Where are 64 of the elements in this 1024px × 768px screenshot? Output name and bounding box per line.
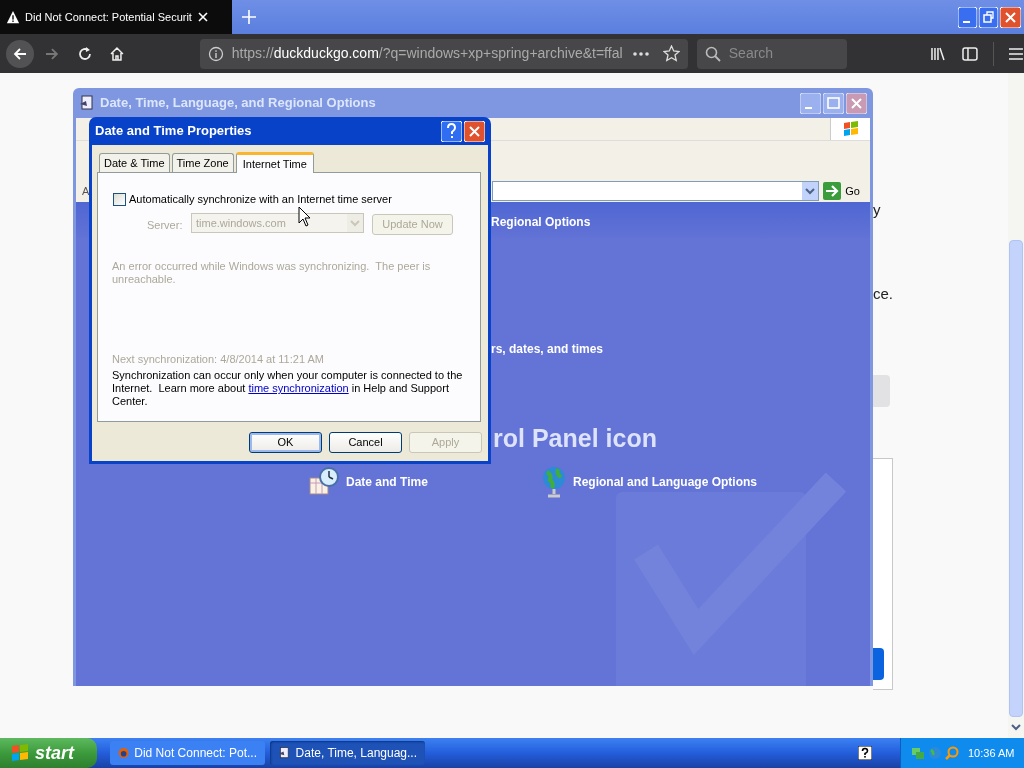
search-placeholder: Search: [728, 44, 774, 63]
restore-icon[interactable]: [979, 6, 998, 28]
dialog-button[interactable]: Cancel: [329, 432, 402, 453]
address-field[interactable]: [492, 181, 820, 201]
taskbar-button[interactable]: Date, Time, Languag...: [270, 741, 425, 765]
star-icon[interactable]: [662, 45, 680, 62]
go-button[interactable]: Go: [823, 181, 860, 201]
back-button[interactable]: [6, 39, 34, 68]
reload-icon[interactable]: [76, 45, 93, 62]
forward-arrow-icon[interactable]: [43, 45, 60, 62]
url-text: https://duckduckgo.com/?q=windows+xp+spring+archive&t=ffal: [231, 44, 622, 63]
address-label: A: [82, 183, 90, 199]
header-title: Regional Options: [491, 214, 591, 231]
task-link[interactable]: rs, dates, and times: [491, 340, 604, 358]
document-icon: [278, 745, 291, 761]
checkbox[interactable]: [113, 192, 126, 206]
help-icon[interactable]: [858, 746, 872, 760]
cursor-icon: [298, 206, 311, 227]
sidebar-icon[interactable]: [962, 45, 979, 62]
minimize-icon[interactable]: [800, 92, 821, 114]
info-text: Synchronization can occur only when your computer is connected to the Internet. Learn more about time synchronization in Help and Support Center.: [112, 369, 464, 408]
search-icon: [704, 45, 721, 62]
icon-label[interactable]: Regional and Language Options: [573, 473, 757, 491]
library-icon[interactable]: [930, 45, 947, 62]
error-message: An error occurred while Windows was synchronizing. The peer is unreachable.: [112, 260, 432, 286]
menu-icon[interactable]: [1008, 45, 1024, 62]
tab[interactable]: Date & Time: [99, 153, 170, 172]
tab[interactable]: Time Zone: [171, 153, 234, 172]
page-text: ce.: [873, 284, 893, 304]
maximize-icon[interactable]: [823, 92, 844, 114]
arrow-right-icon: [823, 182, 842, 200]
server-label: Server:: [147, 218, 183, 233]
globe-icon[interactable]: [541, 466, 567, 498]
back-arrow-icon: [11, 45, 28, 62]
section-heading: rol Panel icon: [493, 423, 657, 454]
more-icon[interactable]: [632, 51, 649, 56]
scrollbar[interactable]: [1008, 73, 1024, 738]
warning-icon: [6, 10, 20, 24]
window-title: Date, Time, Language, and Regional Options: [100, 94, 376, 113]
browser-tab[interactable]: Did Not Connect: Potential Securit: [0, 0, 232, 34]
help-link[interactable]: time synchronization: [248, 382, 349, 394]
next-sync-text: Next synchronization: 4/8/2014 at 11:21 AM: [112, 352, 324, 367]
home-icon[interactable]: [108, 45, 125, 62]
page-panel: [873, 375, 890, 407]
address-bar[interactable]: https://duckduckgo.com/?q=windows+xp+spring+archive&t=ffal: [199, 38, 688, 69]
page-text: y: [873, 200, 881, 220]
icon-label[interactable]: Date and Time: [346, 473, 428, 491]
info-icon[interactable]: [207, 45, 224, 62]
plus-icon[interactable]: [241, 9, 257, 25]
calendar-clock-icon[interactable]: [308, 466, 340, 498]
flag-logo-icon: [10, 743, 30, 763]
flag-logo-icon: [841, 120, 860, 138]
scrollbar-thumb[interactable]: [1009, 240, 1023, 717]
dialog-button[interactable]: OK: [249, 432, 322, 453]
tab-title: Did Not Connect: Potential Securit: [25, 9, 192, 25]
checkbox-label: Automatically synchronize with an Internet time server: [129, 192, 392, 207]
document-icon: [79, 95, 95, 111]
clock: 10:36 AM: [968, 745, 1015, 761]
close-icon[interactable]: [196, 11, 209, 23]
taskbar-button[interactable]: Did Not Connect: Pot...: [110, 741, 265, 765]
tab[interactable]: Internet Time: [235, 152, 314, 173]
fox-icon: [118, 745, 130, 761]
dialog-title: Date and Time Properties: [95, 122, 252, 141]
start-button[interactable]: start: [0, 738, 97, 768]
